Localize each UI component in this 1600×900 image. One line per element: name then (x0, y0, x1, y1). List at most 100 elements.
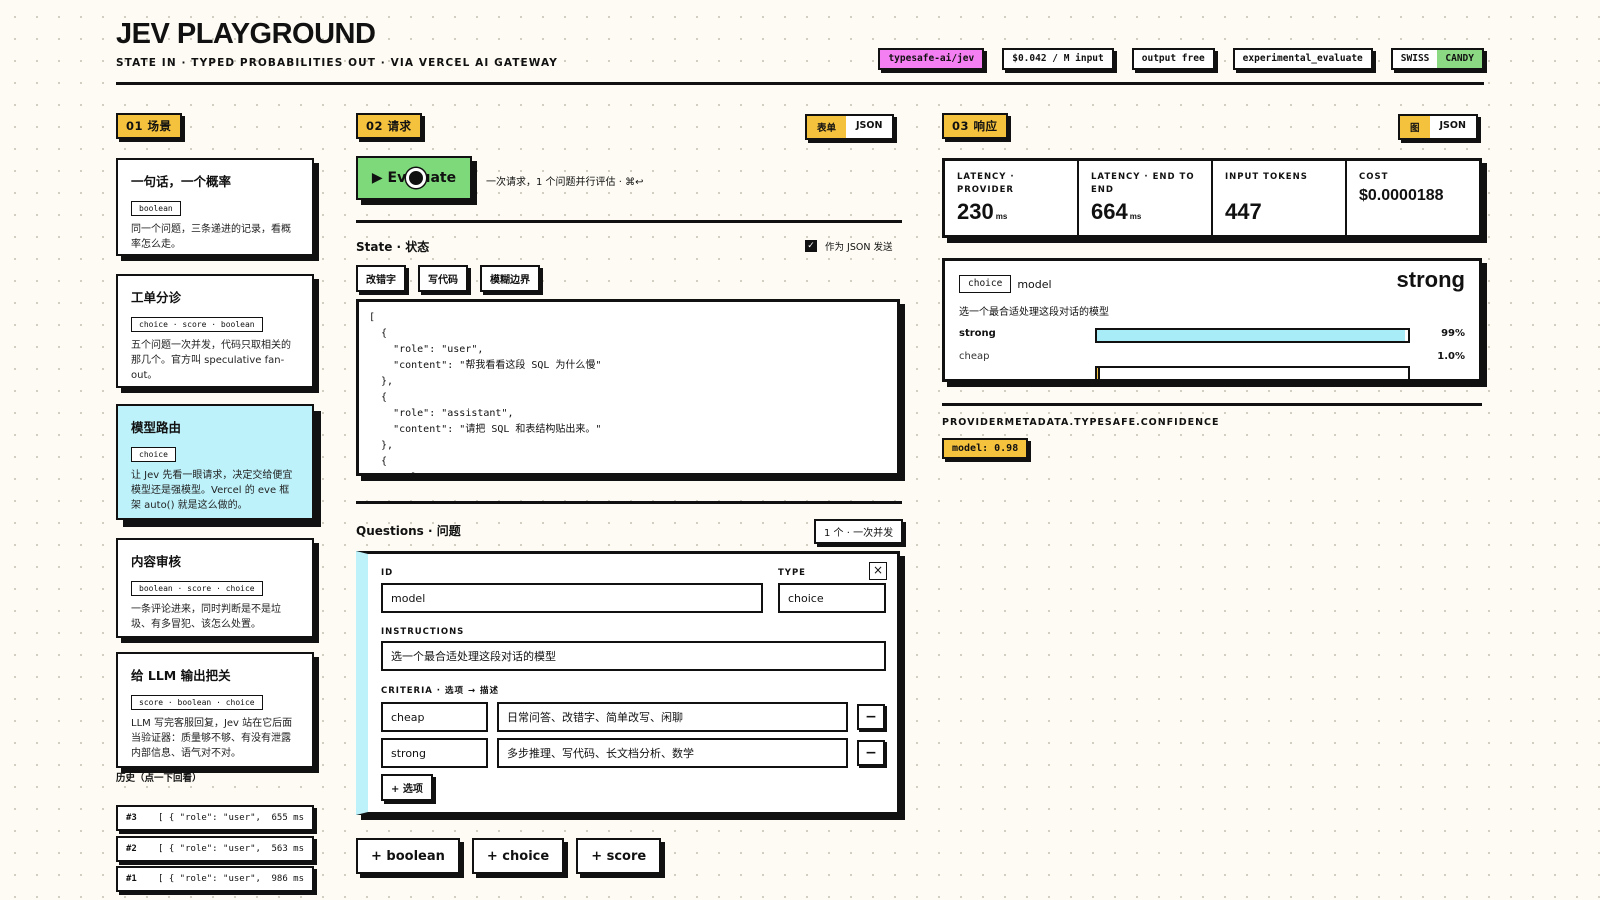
divider (356, 220, 902, 223)
remove-criteria-button[interactable]: − (857, 704, 885, 730)
scenario-title: 内容审核 (131, 554, 182, 569)
scenario-title: 给 LLM 输出把关 (131, 668, 231, 683)
json-view-tab[interactable]: JSON (846, 116, 892, 138)
metric-provider-latency: LATENCY · PROVIDER 230 ms (945, 161, 1079, 235)
history-preview: [ { "role": "user", "... (158, 813, 261, 823)
history-row[interactable]: #3 [ { "role": "user", "... 655 ms (116, 805, 314, 831)
option-percent: 99% (1441, 328, 1465, 339)
scenario-card[interactable]: 给 LLM 输出把关 score · boolean · choice LLM … (116, 652, 314, 768)
state-label: State · 状态 (356, 240, 430, 254)
history-row[interactable]: #1 [ { "role": "user", "... 986 ms (116, 866, 314, 892)
type-label: TYPE (778, 568, 806, 578)
send-as-json-label: 作为 JSON 发送 (825, 242, 893, 253)
close-icon[interactable]: × (869, 562, 887, 580)
repo-badge[interactable]: typesafe-ai/jev (878, 48, 985, 70)
scenario-type-badge: boolean · score · choice (131, 581, 263, 596)
theme-candy-option[interactable]: CANDY (1437, 50, 1482, 68)
scenario-type-badge: score · boolean · choice (131, 695, 263, 710)
state-presets: 改错字 写代码 模糊边界 (356, 265, 540, 292)
history-id: #2 (126, 844, 137, 854)
price-input-badge: $0.042 / M input (1002, 48, 1114, 70)
scenarios-section-tag: 01 场景 (116, 113, 182, 139)
result-instructions: 选一个最合适处理这段对话的模型 (959, 307, 1109, 318)
add-score-button[interactable]: + score (576, 838, 662, 874)
scenario-card[interactable]: 一句话，一个概率 boolean 同一个问题，三条递进的记录，看概率怎么走。 (116, 158, 314, 256)
metric-unit: ms (1129, 212, 1142, 221)
chart-view-tab[interactable]: 图 (1400, 116, 1430, 138)
probability-bar (1095, 366, 1410, 381)
confidence-badge: model: 0.98 (942, 438, 1029, 459)
remove-criteria-button[interactable]: − (857, 740, 885, 766)
criteria-description-input[interactable]: 多步推理、写代码、长文档分析、数学 (497, 738, 848, 768)
scenario-card[interactable]: 工单分诊 choice · score · boolean 五个问题一次并发，代… (116, 274, 314, 388)
metric-label: LATENCY · END TO END (1091, 172, 1195, 195)
add-option-button[interactable]: + 选项 (381, 774, 433, 801)
scenario-title: 工单分诊 (131, 290, 182, 305)
checkbox-checked-icon[interactable]: ✓ (805, 240, 817, 252)
question-id-input[interactable]: model (381, 583, 763, 613)
history-id: #1 (126, 874, 137, 884)
scenario-type-badge: choice (131, 447, 176, 462)
question-type-select[interactable]: choice (778, 583, 886, 613)
header-badges: typesafe-ai/jev $0.042 / M input output … (878, 48, 1484, 70)
request-section-tag: 02 请求 (356, 113, 422, 139)
history-latency: 986 ms (271, 874, 304, 884)
state-json-editor[interactable]: [ { "role": "user", "content": "帮我看看这段 S… (356, 299, 900, 476)
metric-value-row: 447 (1225, 199, 1333, 225)
preset-button[interactable]: 模糊边界 (480, 265, 540, 292)
evaluate-hint: 一次请求，1 个问题并行评估 · ⌘↩ (486, 177, 644, 188)
option-label: cheap (959, 351, 990, 362)
metric-cost: COST $0.0000188 (1347, 161, 1479, 235)
mouse-cursor-icon (406, 168, 426, 188)
response-view-toggle[interactable]: 图 JSON (1398, 114, 1478, 140)
scenario-card-active[interactable]: 模型路由 choice 让 Jev 先看一眼请求，决定交给便宜模型还是强模型。V… (116, 404, 314, 520)
add-question-buttons: + boolean + choice + score (356, 838, 662, 874)
history-row[interactable]: #2 [ { "role": "user", "... 563 ms (116, 836, 314, 862)
add-boolean-button[interactable]: + boolean (356, 838, 460, 874)
mode-badge: experimental_evaluate (1232, 48, 1373, 70)
scenario-description: 五个问题一次并发，代码只取相关的那几个。官方叫 speculative fan-… (131, 340, 291, 381)
metric-input-tokens: INPUT TOKENS 447 (1213, 161, 1347, 235)
criteria-option-input[interactable]: strong (381, 738, 488, 768)
preset-button[interactable]: 写代码 (418, 265, 468, 292)
scenario-type-badge: choice · score · boolean (131, 317, 263, 332)
metric-value-row: 230 ms (957, 199, 1065, 225)
scenario-title: 一句话，一个概率 (131, 174, 232, 189)
metrics-panel: LATENCY · PROVIDER 230 ms LATENCY · END T… (942, 158, 1482, 238)
metric-value: $0.0000188 (1359, 187, 1444, 204)
instructions-input[interactable]: 选一个最合适处理这段对话的模型 (381, 641, 886, 671)
divider (356, 501, 902, 504)
probability-bar-fill (1097, 330, 1405, 341)
metric-label: INPUT TOKENS (1225, 172, 1308, 182)
scenario-title: 模型路由 (131, 420, 182, 435)
criteria-option-input[interactable]: cheap (381, 702, 488, 732)
metric-unit: ms (995, 212, 1008, 221)
scenario-description: LLM 写完客服回复，Jev 站在它后面当验证器：质量够不够、有没有泄露内部信息… (131, 718, 293, 759)
id-label: ID (381, 568, 394, 578)
theme-toggle[interactable]: SWISS CANDY (1390, 48, 1484, 70)
send-as-json-toggle[interactable]: ✓ 作为 JSON 发送 (805, 239, 892, 253)
preset-button[interactable]: 改错字 (356, 265, 406, 292)
page-title: JEV PLAYGROUND (116, 18, 376, 50)
history-latency: 655 ms (271, 813, 304, 823)
scenario-description: 让 Jev 先看一眼请求，决定交给便宜模型还是强模型。Vercel 的 eve … (131, 470, 293, 511)
add-choice-button[interactable]: + choice (471, 838, 565, 874)
option-percent: 1.0% (1437, 351, 1465, 362)
divider (942, 403, 1482, 406)
criteria-description-input[interactable]: 日常问答、改错字、简单改写、闲聊 (497, 702, 848, 732)
theme-swiss-option[interactable]: SWISS (1393, 50, 1438, 68)
option-label: strong (959, 328, 996, 339)
scenario-type-badge: boolean (131, 201, 181, 216)
history-id: #3 (126, 813, 137, 823)
metric-value-row: $0.0000188 (1359, 187, 1467, 205)
instructions-label: INSTRUCTIONS (381, 627, 465, 637)
history-preview: [ { "role": "user", "... (158, 844, 261, 854)
json-view-tab[interactable]: JSON (1430, 116, 1476, 138)
scenario-card[interactable]: 内容审核 boolean · score · choice 一条评论进来，同时判… (116, 538, 314, 638)
result-question-id: model (1017, 277, 1052, 291)
form-view-tab[interactable]: 表单 (807, 116, 847, 138)
result-card: choice model strong 选一个最合适处理这段对话的模型 stro… (942, 258, 1482, 382)
history-preview: [ { "role": "user", "... (158, 874, 261, 884)
metric-label: LATENCY · PROVIDER (957, 172, 1015, 195)
request-view-toggle[interactable]: 表单 JSON (805, 114, 895, 140)
